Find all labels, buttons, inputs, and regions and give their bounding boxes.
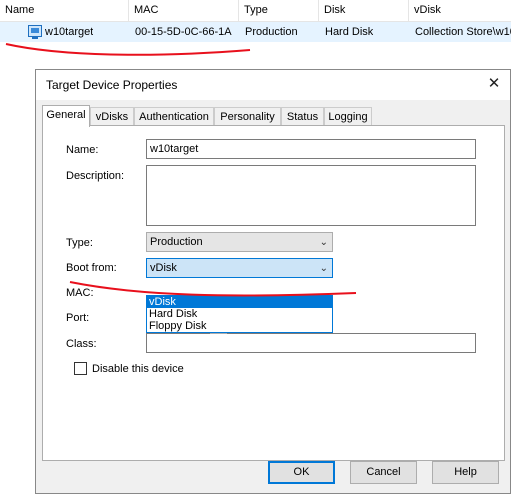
column-header-mac[interactable]: MAC [129, 0, 239, 21]
mac-label: MAC: [66, 287, 94, 299]
description-field[interactable] [146, 165, 476, 226]
device-vdisk-cell: Collection Store\w10 [415, 26, 511, 38]
device-type-cell: Production [245, 26, 298, 38]
computer-icon [28, 25, 42, 39]
annotation-underline-row [5, 43, 251, 56]
column-header-vdisk[interactable]: vDisk [409, 0, 511, 21]
tab-general[interactable]: General [42, 105, 90, 127]
boot-from-label: Boot from: [66, 262, 117, 274]
help-button[interactable]: Help [432, 461, 499, 484]
close-icon[interactable]: ✕ [484, 74, 504, 94]
tab-logging[interactable]: Logging [324, 107, 372, 126]
list-header: Name MAC Type Disk vDisk [0, 0, 511, 22]
target-device-properties-dialog: Target Device Properties ✕ General vDisk… [35, 69, 511, 494]
tab-status[interactable]: Status [281, 107, 324, 126]
chevron-down-icon: ⌄ [319, 263, 328, 274]
boot-from-select-value: vDisk [150, 262, 177, 274]
column-header-type[interactable]: Type [239, 0, 319, 21]
disable-device-checkbox[interactable] [74, 362, 87, 375]
boot-from-select[interactable]: vDisk ⌄ [146, 258, 333, 278]
tab-vdisks[interactable]: vDisks [90, 107, 134, 126]
column-header-name[interactable]: Name [0, 0, 129, 21]
port-label: Port: [66, 312, 90, 324]
device-disk-cell: Hard Disk [325, 26, 374, 38]
type-select-value: Production [150, 236, 203, 248]
device-mac-cell: 00-15-5D-0C-66-1A [135, 26, 232, 38]
dialog-titlebar[interactable]: Target Device Properties ✕ [36, 70, 510, 100]
boot-option-vdisk[interactable]: vDisk [147, 296, 332, 308]
chevron-down-icon: ⌄ [319, 237, 328, 248]
name-field[interactable]: w10target [146, 139, 476, 159]
name-label: Name: [66, 144, 99, 156]
class-field[interactable] [146, 333, 476, 353]
device-row[interactable]: w10target 00-15-5D-0C-66-1A Production H… [0, 22, 511, 42]
boot-from-dropdown-list: vDisk Hard Disk Floppy Disk [146, 295, 333, 333]
ok-button[interactable]: OK [268, 461, 335, 484]
disable-device-label[interactable]: Disable this device [92, 361, 184, 377]
cancel-button[interactable]: Cancel [350, 461, 417, 484]
dialog-title: Target Device Properties [46, 78, 178, 92]
boot-option-hard-disk[interactable]: Hard Disk [147, 308, 332, 320]
device-name-cell: w10target [45, 26, 94, 38]
tab-personality[interactable]: Personality [214, 107, 281, 126]
type-select[interactable]: Production ⌄ [146, 232, 333, 252]
type-label: Type: [66, 237, 93, 249]
boot-option-floppy-disk[interactable]: Floppy Disk [147, 320, 332, 332]
column-header-disk[interactable]: Disk [319, 0, 409, 21]
class-label: Class: [66, 338, 97, 350]
description-label: Description: [66, 170, 125, 182]
tab-authentication[interactable]: Authentication [134, 107, 214, 126]
